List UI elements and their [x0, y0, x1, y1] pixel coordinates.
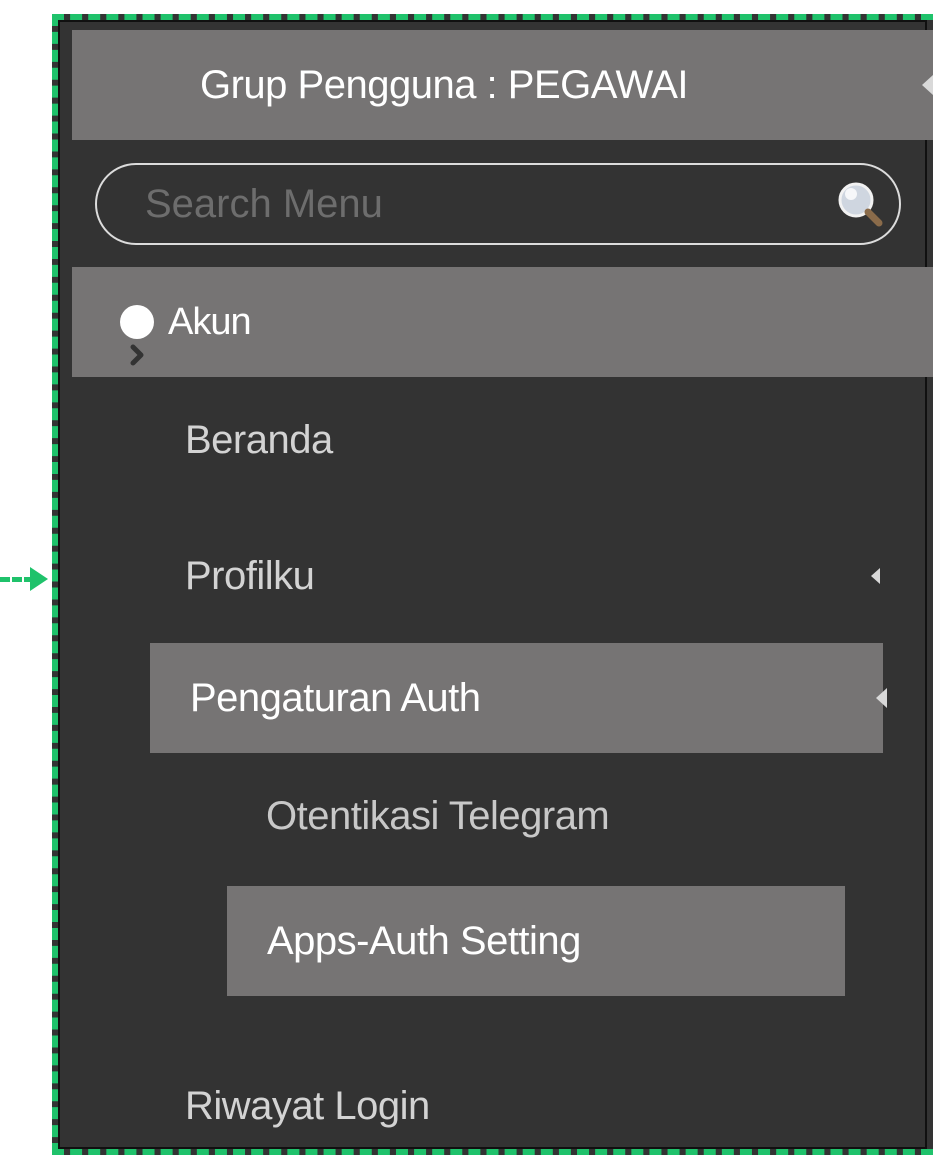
menu-item-label: Profilku	[185, 554, 315, 598]
menu-item-riwayat-login[interactable]: Riwayat Login	[185, 1076, 430, 1136]
search-input[interactable]	[145, 173, 805, 235]
menu-item-label: Beranda	[185, 418, 333, 462]
caret-left-icon	[876, 688, 887, 708]
caret-left-icon[interactable]	[922, 75, 933, 95]
submenu-item-apps-auth-setting[interactable]: Apps-Auth Setting	[227, 886, 845, 996]
sidebar: Grup Pengguna : PEGAWAI Akun Beranda Pro…	[58, 20, 933, 1149]
submenu-item-label: Apps-Auth Setting	[267, 919, 581, 963]
connector-line	[0, 577, 34, 582]
chevron-right-circle-icon	[120, 305, 154, 366]
search-icon[interactable]	[835, 179, 883, 227]
menu-item-label: Pengaturan Auth	[190, 676, 481, 720]
connector-arrow-icon	[30, 567, 48, 591]
submenu-item-label: Otentikasi Telegram	[266, 794, 610, 838]
search-box	[95, 163, 901, 245]
caret-left-icon	[871, 568, 880, 584]
user-group-label: Grup Pengguna : PEGAWAI	[200, 63, 689, 107]
section-label: Akun	[168, 301, 252, 343]
submenu-item-otentikasi-telegram[interactable]: Otentikasi Telegram	[266, 786, 610, 846]
menu-item-beranda[interactable]: Beranda	[185, 410, 333, 470]
menu-item-label: Riwayat Login	[185, 1084, 430, 1128]
menu-item-pengaturan-auth[interactable]: Pengaturan Auth	[150, 643, 883, 753]
section-akun[interactable]: Akun	[72, 267, 933, 377]
user-group-header[interactable]: Grup Pengguna : PEGAWAI	[72, 30, 933, 140]
menu-item-profilku[interactable]: Profilku	[185, 546, 905, 606]
